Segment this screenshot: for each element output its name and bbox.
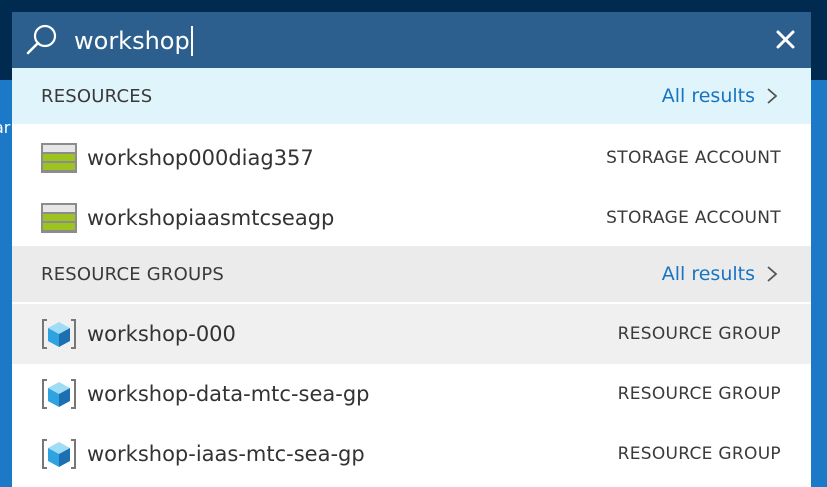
result-type: RESOURCE GROUP <box>617 324 781 344</box>
resource-group-icon <box>42 319 76 349</box>
resource-group-icon <box>42 439 76 469</box>
search-dropdown-panel: workshop RESOURCES All results workshop0… <box>12 12 811 487</box>
search-query-text: workshop <box>74 27 190 55</box>
result-row-storage-1[interactable]: workshop000diag357 STORAGE ACCOUNT <box>12 128 811 188</box>
result-row-group-3[interactable]: workshop-iaas-mtc-sea-gp RESOURCE GROUP <box>12 424 811 484</box>
result-row-group-1[interactable]: workshop-000 RESOURCE GROUP <box>12 304 811 364</box>
resource-groups-section-header: RESOURCE GROUPS All results <box>12 246 811 302</box>
background-right-strip <box>811 80 827 487</box>
background-left-fragment: ar <box>0 118 11 137</box>
result-row-storage-2[interactable]: workshopiaasmtcseagp STORAGE ACCOUNT <box>12 188 811 248</box>
storage-account-icon <box>41 203 77 233</box>
storage-account-icon <box>41 143 77 173</box>
search-input[interactable]: workshop <box>74 24 734 58</box>
result-type: STORAGE ACCOUNT <box>606 148 781 168</box>
close-icon[interactable] <box>772 26 800 54</box>
resources-all-results-link[interactable]: All results <box>662 68 779 124</box>
text-caret <box>190 26 193 56</box>
result-type: RESOURCE GROUP <box>617 384 781 404</box>
background-left-strip <box>0 80 12 487</box>
search-bar: workshop <box>12 12 811 68</box>
result-name: workshopiaasmtcseagp <box>87 206 335 230</box>
resource-groups-all-results-link[interactable]: All results <box>662 246 779 302</box>
resource-groups-section-title: RESOURCE GROUPS <box>41 263 224 285</box>
all-results-label: All results <box>661 85 755 107</box>
resource-group-icon <box>42 379 76 409</box>
result-name: workshop-iaas-mtc-sea-gp <box>87 442 365 466</box>
result-name: workshop-data-mtc-sea-gp <box>87 382 370 406</box>
result-name: workshop000diag357 <box>87 146 314 170</box>
chevron-right-icon <box>767 266 778 282</box>
chevron-right-icon <box>767 88 778 104</box>
resources-section-header: RESOURCES All results <box>12 68 811 124</box>
all-results-label: All results <box>661 263 755 285</box>
resources-section-title: RESOURCES <box>41 85 153 107</box>
result-name: workshop-000 <box>87 322 236 346</box>
result-row-group-2[interactable]: workshop-data-mtc-sea-gp RESOURCE GROUP <box>12 364 811 424</box>
result-type: RESOURCE GROUP <box>617 444 781 464</box>
search-icon <box>26 24 57 55</box>
result-type: STORAGE ACCOUNT <box>606 208 781 228</box>
